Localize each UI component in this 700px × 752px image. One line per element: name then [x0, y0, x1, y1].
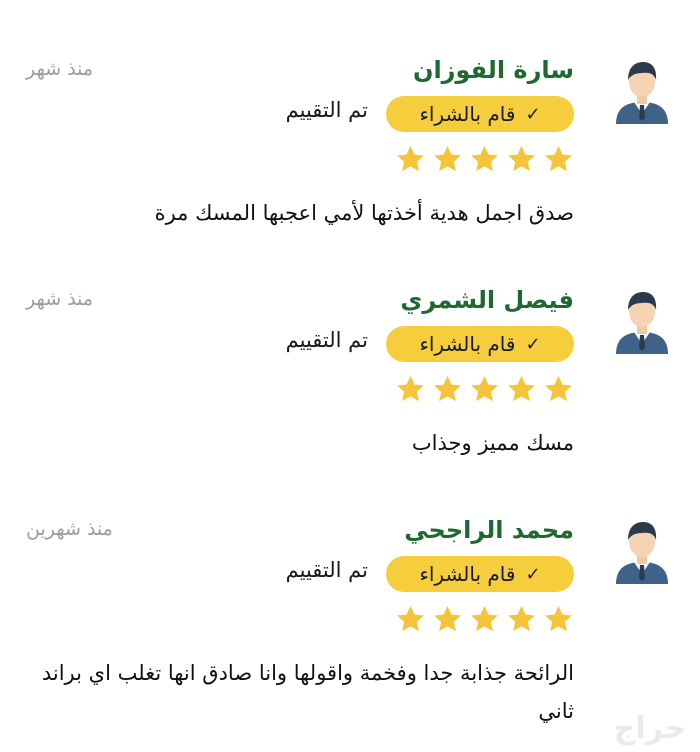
review-date: منذ شهر: [26, 288, 94, 310]
rated-label: تم التقييم: [285, 98, 368, 122]
user-avatar-icon: [616, 522, 668, 584]
star-icon: [471, 375, 498, 402]
star-rating: [395, 144, 574, 175]
star-rating: [395, 374, 574, 405]
star-icon: [508, 605, 535, 632]
check-icon: ✓: [525, 333, 541, 355]
star-icon: [508, 145, 535, 172]
review-card: محمد الراجحي منذ شهرين ✓ قام بالشراء تم …: [0, 506, 700, 752]
star-icon: [471, 605, 498, 632]
star-icon: [471, 145, 498, 172]
verified-purchase-badge: ✓ قام بالشراء: [386, 326, 574, 362]
badge-label: قام بالشراء: [419, 332, 516, 356]
reviewer-name[interactable]: فيصل الشمري: [400, 286, 574, 314]
user-avatar-icon: [616, 292, 668, 354]
user-avatar-icon: [616, 62, 668, 124]
star-icon: [545, 605, 572, 632]
badge-label: قام بالشراء: [419, 102, 516, 126]
review-date: منذ شهرين: [26, 518, 113, 540]
star-icon: [508, 375, 535, 402]
rated-label: تم التقييم: [285, 558, 368, 582]
review-date: منذ شهر: [26, 58, 94, 80]
review-comment: مسك مميز وجذاب: [411, 431, 574, 455]
reviewer-name[interactable]: سارة الفوزان: [413, 56, 574, 84]
watermark-logo: حراج: [613, 711, 686, 746]
verified-purchase-badge: ✓ قام بالشراء: [386, 556, 574, 592]
star-icon: [397, 605, 424, 632]
star-icon: [434, 145, 461, 172]
reviewer-name[interactable]: محمد الراجحي: [404, 516, 574, 544]
rated-label: تم التقييم: [285, 328, 368, 352]
check-icon: ✓: [525, 103, 541, 125]
star-icon: [397, 375, 424, 402]
star-rating: [395, 604, 574, 635]
review-card: سارة الفوزان منذ شهر ✓ قام بالشراء تم ال…: [0, 46, 700, 276]
review-card: فيصل الشمري منذ شهر ✓ قام بالشراء تم الت…: [0, 276, 700, 506]
star-icon: [545, 375, 572, 402]
star-icon: [434, 375, 461, 402]
star-icon: [545, 145, 572, 172]
verified-purchase-badge: ✓ قام بالشراء: [386, 96, 574, 132]
star-icon: [434, 605, 461, 632]
review-comment: صدق اجمل هدية أخذتها لأمي اعجبها المسك م…: [154, 201, 574, 225]
star-icon: [397, 145, 424, 172]
review-comment: الرائحة جذابة جدا وفخمة واقولها وانا صاد…: [41, 661, 574, 723]
badge-label: قام بالشراء: [419, 562, 516, 586]
check-icon: ✓: [525, 563, 541, 585]
